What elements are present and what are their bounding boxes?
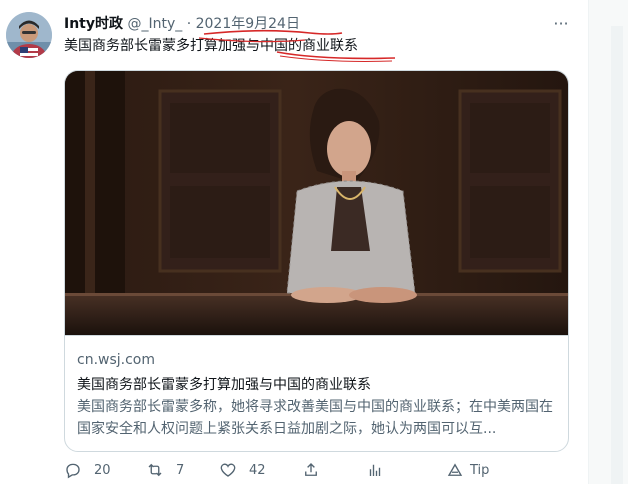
action-bar: 20 7 42 Tip [64,458,504,482]
card-title: 美国商务部长雷蒙多打算加强与中国的商业联系 [77,377,371,393]
tip-label: Tip [470,462,490,478]
tweet[interactable]: Inty时政 @_Inty_ · 2021年9月24日 ··· 美国商务部长雷蒙… [0,0,588,484]
avatar[interactable] [6,12,52,58]
analytics-button[interactable] [366,458,384,482]
like-button[interactable]: 42 [219,458,266,482]
author-name[interactable]: Inty时政 [64,16,123,32]
reply-icon [66,463,80,479]
sidebar-edge [588,0,628,484]
analytics-icon [369,464,381,476]
link-card[interactable]: cn.wsj.com 美国商务部长雷蒙多打算加强与中国的商业联系 美国商务部长雷… [64,70,569,452]
retweet-icon [148,463,162,477]
like-count: 42 [249,462,266,478]
retweet-button[interactable]: 7 [146,458,184,482]
card-info[interactable]: cn.wsj.com 美国商务部长雷蒙多打算加强与中国的商业联系 美国商务部长雷… [65,335,568,451]
heart-icon [220,463,236,477]
tip-button[interactable]: Tip [446,458,489,482]
retweet-count: 7 [176,462,185,478]
share-button[interactable] [302,458,320,482]
tweet-text: 美国商务部长雷蒙多打算加强与中国的商业联系 [64,38,358,54]
tweet-date[interactable]: 2021年9月24日 [196,16,300,32]
share-icon [305,463,317,476]
separator: · [186,16,192,32]
tweet-header: Inty时政 @_Inty_ · 2021年9月24日 [64,14,300,34]
reply-count: 20 [94,462,111,478]
tip-icon [447,463,463,476]
article-photo[interactable] [65,71,568,335]
card-domain: cn.wsj.com [77,352,156,368]
reply-button[interactable]: 20 [64,458,111,482]
card-description: 美国商务部长雷蒙多称，她将寻求改善美国与中国的商业联系；在中美两国在国家安全和人… [77,399,553,437]
scrollbar-track[interactable] [611,26,623,484]
more-icon[interactable]: ··· [548,12,574,36]
author-handle[interactable]: @_Inty_ [127,16,182,32]
